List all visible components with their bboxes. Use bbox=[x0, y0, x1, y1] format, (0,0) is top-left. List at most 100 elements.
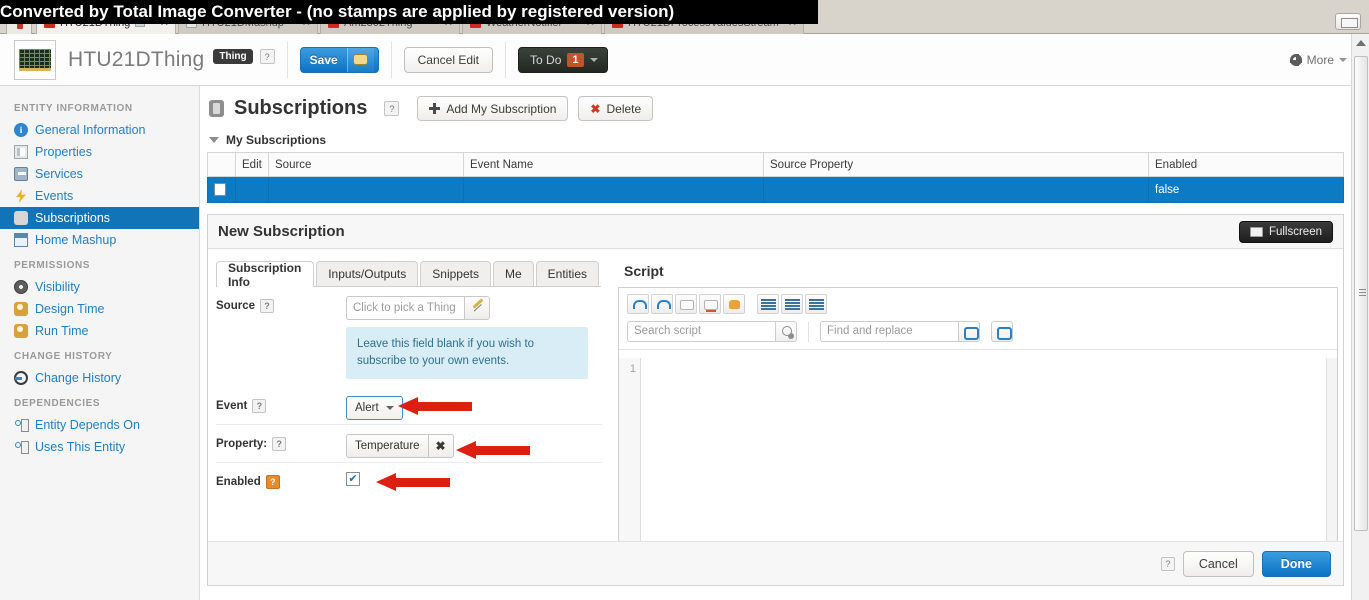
sidebar-item-uses-this-entity[interactable]: Uses This Entity bbox=[0, 436, 199, 458]
dependency-icon bbox=[14, 418, 29, 432]
tab-subscription-info[interactable]: Subscription Info bbox=[216, 261, 315, 289]
panel-footer: ? Cancel Done bbox=[208, 541, 1343, 585]
table-column-enabled[interactable]: Enabled bbox=[1148, 152, 1344, 177]
help-icon[interactable]: ? bbox=[272, 437, 287, 451]
tab-me[interactable]: Me bbox=[492, 261, 534, 286]
sidebar-item-label: Uses This Entity bbox=[35, 440, 126, 454]
sidebar-item-label: Events bbox=[35, 189, 74, 203]
tab-entities[interactable]: Entities bbox=[535, 261, 599, 286]
source-input[interactable]: Click to pick a Thing bbox=[346, 296, 464, 320]
sidebar-item-entity-depends-on[interactable]: Entity Depends On bbox=[0, 414, 199, 436]
sidebar-item-properties[interactable]: Properties bbox=[0, 141, 199, 163]
replace-all-icon[interactable] bbox=[991, 321, 1013, 342]
cancel-button[interactable]: Cancel bbox=[1182, 550, 1254, 577]
help-icon[interactable]: ? bbox=[1160, 556, 1175, 571]
gear-icon bbox=[1289, 53, 1302, 66]
visibility-icon bbox=[14, 280, 28, 294]
save-comment-icon[interactable] bbox=[346, 47, 374, 72]
search-icon[interactable] bbox=[775, 321, 797, 342]
scroll-up-icon[interactable] bbox=[1356, 40, 1366, 46]
table-column-edit[interactable]: Edit bbox=[235, 152, 269, 177]
sidebar-item-label: Subscriptions bbox=[35, 211, 111, 225]
toolbar-divider bbox=[505, 41, 507, 78]
table-column-source-property[interactable]: Source Property bbox=[763, 152, 1149, 177]
row-checkbox[interactable] bbox=[214, 183, 226, 196]
enabled-checkbox[interactable] bbox=[346, 472, 360, 486]
mashup-icon bbox=[14, 233, 28, 247]
find-replace-field[interactable]: Find and replace bbox=[820, 321, 980, 342]
sidebar-item-label: Properties bbox=[35, 145, 92, 159]
redo-icon[interactable] bbox=[651, 294, 673, 314]
table-column-source[interactable]: Source bbox=[268, 152, 464, 177]
remove-property-icon[interactable]: ✖ bbox=[427, 434, 454, 458]
comment-icon[interactable] bbox=[675, 294, 697, 314]
sidebar-item-label: Home Mashup bbox=[35, 233, 117, 247]
undo-icon[interactable] bbox=[627, 294, 649, 314]
find-replace-input[interactable]: Find and replace bbox=[820, 321, 958, 342]
delete-label: Delete bbox=[606, 101, 642, 116]
events-icon bbox=[16, 189, 26, 203]
sidebar-item-visibility[interactable]: Visibility bbox=[0, 276, 199, 298]
subscription-form: Source ? Click to pick a Thing Leave thi… bbox=[216, 287, 602, 501]
todo-button[interactable]: To Do 1 bbox=[518, 46, 608, 73]
row-event-name-cell bbox=[463, 176, 764, 203]
form-row-enabled: Enabled ? bbox=[216, 463, 602, 501]
panel-header: New Subscription Fullscreen bbox=[208, 215, 1343, 249]
source-label-group: Source ? bbox=[216, 296, 346, 313]
magic-wand-icon[interactable] bbox=[464, 296, 490, 320]
user-icon bbox=[14, 324, 28, 338]
help-icon[interactable]: ? bbox=[260, 299, 274, 313]
help-icon[interactable]: ? bbox=[259, 49, 275, 64]
sidebar-item-change-history[interactable]: Change History bbox=[0, 367, 199, 389]
sidebar-item-home-mashup[interactable]: Home Mashup bbox=[0, 229, 199, 251]
code-editor-area[interactable]: 1 bbox=[619, 358, 1337, 563]
outdent-icon[interactable] bbox=[781, 294, 803, 314]
indent-icon[interactable] bbox=[757, 294, 779, 314]
more-menu-button[interactable]: More bbox=[1289, 53, 1347, 67]
sidebar-group-title: DEPENDENCIES bbox=[14, 398, 101, 409]
hint-icon[interactable] bbox=[723, 294, 745, 314]
fullscreen-button[interactable]: Fullscreen bbox=[1238, 220, 1333, 243]
row-edit-cell[interactable] bbox=[235, 176, 269, 203]
delete-button[interactable]: ✖ Delete bbox=[578, 96, 654, 121]
format-icon[interactable] bbox=[805, 294, 827, 314]
event-dropdown[interactable]: Alert bbox=[346, 396, 403, 420]
save-button[interactable]: Save bbox=[299, 46, 379, 73]
property-tag[interactable]: Temperature ✖ bbox=[346, 434, 454, 458]
help-icon[interactable]: ? bbox=[384, 101, 400, 116]
tab-inputs-outputs[interactable]: Inputs/Outputs bbox=[316, 261, 419, 286]
toolbar-divider bbox=[808, 321, 809, 342]
cancel-label: Cancel bbox=[1198, 556, 1238, 571]
table-column-event-name[interactable]: Event Name bbox=[463, 152, 764, 177]
add-my-subscription-button[interactable]: Add My Subscription bbox=[417, 96, 569, 121]
table-row[interactable]: false bbox=[207, 176, 1344, 203]
watermark-banner: Converted by Total Image Converter - (no… bbox=[0, 0, 818, 24]
sidebar-item-general-information[interactable]: General Information bbox=[0, 119, 199, 141]
help-icon[interactable]: ? bbox=[265, 475, 280, 489]
sidebar-item-events[interactable]: Events bbox=[0, 185, 199, 207]
tab-snippets[interactable]: Snippets bbox=[420, 261, 491, 286]
script-title: Script bbox=[624, 263, 664, 279]
cancel-edit-button[interactable]: Cancel Edit bbox=[403, 46, 494, 73]
browser-menu-button[interactable] bbox=[1335, 13, 1361, 30]
sidebar-item-run-time[interactable]: Run Time bbox=[0, 320, 199, 342]
editor-scrollbar[interactable] bbox=[1326, 358, 1337, 563]
row-source-property-cell bbox=[763, 176, 1149, 203]
source-picker[interactable]: Click to pick a Thing bbox=[346, 296, 588, 320]
row-select-cell[interactable] bbox=[207, 176, 236, 203]
replace-icon[interactable] bbox=[958, 321, 980, 342]
user-icon bbox=[14, 302, 28, 316]
sidebar-item-design-time[interactable]: Design Time bbox=[0, 298, 199, 320]
window-scrollbar[interactable] bbox=[1351, 34, 1369, 600]
scrollbar-thumb[interactable] bbox=[1354, 56, 1368, 531]
search-script-field[interactable]: Search script bbox=[627, 321, 797, 342]
my-subscriptions-section-header[interactable]: My Subscriptions bbox=[201, 127, 1351, 152]
done-button[interactable]: Done bbox=[1261, 550, 1331, 577]
help-icon[interactable]: ? bbox=[252, 399, 267, 413]
sidebar-item-subscriptions[interactable]: Subscriptions bbox=[0, 207, 199, 229]
sidebar-item-services[interactable]: Services bbox=[0, 163, 199, 185]
search-input[interactable]: Search script bbox=[627, 321, 775, 342]
toolbar-divider bbox=[286, 41, 288, 78]
services-icon bbox=[14, 167, 28, 181]
uncomment-icon[interactable] bbox=[699, 294, 721, 314]
